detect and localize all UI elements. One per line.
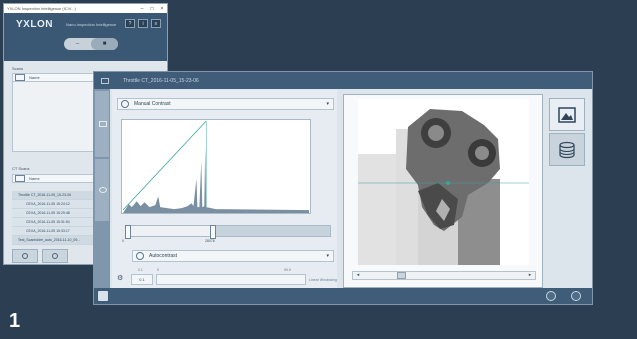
toggle-left[interactable]: –: [64, 38, 91, 50]
ct-scans-label: CT Scans: [12, 166, 30, 171]
strip-tab-volume[interactable]: [95, 159, 109, 221]
main-header: YXLON Nano-inspection Intelligence ? i ≡…: [4, 13, 167, 61]
horizontal-scrollbar[interactable]: ◂ ▸: [352, 271, 536, 280]
back-bottom-toolbar: [12, 249, 68, 263]
footer-action-button-1[interactable]: [546, 291, 556, 301]
contrast-curve: [122, 120, 207, 211]
contrast-mode-value: Manual Contrast: [134, 101, 171, 107]
xray-image: [358, 99, 529, 265]
table-icon: [15, 74, 25, 81]
lower-percent-label: 0.1: [138, 268, 143, 272]
minimize-button[interactable]: –: [137, 6, 147, 12]
chevron-down-icon: ▾: [326, 101, 329, 107]
tools-icon: [52, 253, 58, 259]
autocontrast-dropdown[interactable]: Autocontrast ▾: [132, 250, 334, 262]
window-icon: [101, 77, 109, 84]
main-titlebar: YXLON Inspection Intelligence (IC/V...) …: [4, 4, 167, 13]
yxlon-logo: YXLON: [16, 19, 53, 30]
crosshair-center: [446, 181, 450, 185]
window-range-slider[interactable]: [125, 225, 331, 239]
slider-max-handle[interactable]: [210, 225, 216, 239]
mode-toggle[interactable]: – ■: [64, 38, 118, 50]
upper-percent-label: 99.9: [284, 268, 291, 272]
histogram-plot[interactable]: [121, 119, 311, 214]
stack-icon: [559, 141, 575, 158]
tools-button[interactable]: [42, 249, 68, 263]
contrast-control-panel: Manual Contrast ▾ 0 28076 ⚙ Autocontrast…: [112, 90, 337, 288]
figure-number: 1: [9, 310, 21, 332]
slider-min-label: 0: [122, 239, 124, 243]
offset-label: 0: [157, 268, 159, 272]
ct-name-column-header[interactable]: Name: [29, 176, 40, 181]
contrast-icon: [121, 100, 129, 108]
left-tool-strip: [94, 89, 110, 290]
slider-min-handle[interactable]: [125, 225, 131, 239]
maximize-button[interactable]: □: [147, 6, 157, 12]
autocontrast-icon: [136, 252, 144, 260]
autocontrast-value: Autocontrast: [149, 253, 178, 259]
viewer-title: Throttle CT_2016-11-05_15-23-06: [123, 77, 199, 84]
scroll-right-icon[interactable]: ▸: [526, 272, 534, 279]
strip-tab-contrast[interactable]: [95, 91, 109, 157]
lower-percent-input[interactable]: 0.1: [131, 274, 153, 285]
settings-button[interactable]: [12, 249, 38, 263]
help-button[interactable]: ?: [125, 19, 135, 28]
contrast-viewer-window: Throttle CT_2016-11-05_15-23-06 Manual C…: [93, 71, 593, 305]
volume-view-button[interactable]: [549, 133, 585, 166]
footer-action-button-2[interactable]: [571, 291, 581, 301]
slider-max-label: 28076: [205, 239, 215, 243]
scroll-left-icon[interactable]: ◂: [354, 272, 362, 279]
close-button[interactable]: ×: [157, 6, 167, 12]
range-input[interactable]: [156, 274, 306, 285]
image-icon: [558, 106, 576, 123]
toggle-right[interactable]: ■: [91, 38, 118, 50]
autocontrast-link-icon[interactable]: ⚙: [117, 274, 123, 282]
view-tool-column: [549, 98, 587, 168]
settings-icon: [22, 253, 28, 259]
chevron-down-icon: ▾: [326, 253, 329, 259]
table-icon: [15, 175, 25, 182]
slider-selected-range: [126, 226, 214, 236]
info-button[interactable]: i: [138, 19, 148, 28]
export-button[interactable]: [98, 291, 108, 301]
viewer-footer: [94, 288, 592, 304]
linear-windowing-label: Linear Windowing: [309, 278, 337, 282]
scans-panel-label: Scans: [12, 66, 24, 71]
viewer-titlebar: Throttle CT_2016-11-05_15-23-06: [94, 72, 592, 89]
scroll-thumb[interactable]: [397, 272, 406, 279]
name-column-header[interactable]: Name: [29, 75, 40, 80]
image-view-button[interactable]: [549, 98, 585, 131]
menu-button[interactable]: ≡: [151, 19, 161, 28]
product-subtitle: Nano-inspection Intelligence: [66, 22, 117, 27]
volume-tab-icon: [99, 187, 107, 193]
contrast-tab-icon: [99, 121, 107, 127]
xray-image-view[interactable]: ◂ ▸: [343, 94, 543, 288]
contrast-mode-dropdown[interactable]: Manual Contrast ▾: [117, 98, 334, 110]
main-window-title: YXLON Inspection Intelligence (IC/V...): [7, 6, 76, 11]
